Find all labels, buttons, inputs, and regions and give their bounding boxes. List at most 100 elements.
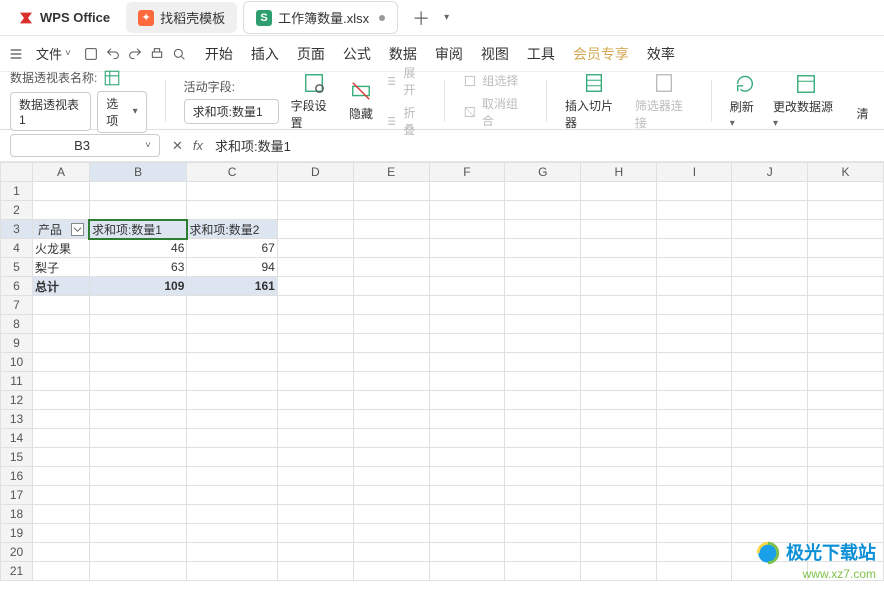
row-head[interactable]: 13 xyxy=(1,410,33,429)
cancel-icon[interactable]: ✕ xyxy=(172,138,183,154)
title-bar: WPS Office ✦ 找稻壳模板 S 工作簿数量.xlsx ＋ ▾ xyxy=(0,0,884,36)
row-head[interactable]: 15 xyxy=(1,448,33,467)
hamburger-icon[interactable] xyxy=(6,44,26,64)
name-box[interactable]: B3 ˅ xyxy=(10,134,160,157)
tab-insert[interactable]: 插入 xyxy=(251,44,279,64)
col-head-a[interactable]: A xyxy=(33,163,90,182)
tab-view[interactable]: 视图 xyxy=(481,44,509,64)
ungroup-icon xyxy=(463,105,476,119)
row-head[interactable]: 21 xyxy=(1,562,33,581)
pivot-cell[interactable]: 46 xyxy=(89,239,186,258)
change-source-button[interactable]: 更改数据源 ▾ xyxy=(773,72,839,129)
pivot-header-product[interactable]: 产品 xyxy=(33,220,90,239)
row-head[interactable]: 16 xyxy=(1,467,33,486)
tab-page[interactable]: 页面 xyxy=(297,44,325,64)
clear-button[interactable]: 清 xyxy=(851,79,874,122)
unsaved-dot-icon xyxy=(379,15,385,21)
active-field-input[interactable]: 求和项:数量1 xyxy=(184,99,279,124)
undo-icon[interactable] xyxy=(103,44,123,64)
tab-overflow-icon[interactable]: ▾ xyxy=(444,12,449,23)
tab-templates[interactable]: ✦ 找稻壳模板 xyxy=(126,2,237,33)
active-field-label: 活动字段: xyxy=(184,78,235,95)
redo-icon[interactable] xyxy=(125,44,145,64)
pivot-name-label: 数据透视表名称: xyxy=(10,69,97,86)
col-head-g[interactable]: G xyxy=(505,163,581,182)
formula-content[interactable]: 求和项:数量1 xyxy=(215,136,291,155)
expand-button: 展开 xyxy=(385,64,426,98)
pivot-total-cell[interactable]: 109 xyxy=(89,277,186,296)
row-head[interactable]: 10 xyxy=(1,353,33,372)
group-ungroup-group: 组选择 取消组合 xyxy=(463,72,528,129)
tab-home[interactable]: 开始 xyxy=(205,44,233,64)
collapse-icon xyxy=(385,114,398,128)
tab-efficiency[interactable]: 效率 xyxy=(647,44,675,64)
col-head-h[interactable]: H xyxy=(581,163,657,182)
row-head[interactable]: 19 xyxy=(1,524,33,543)
clear-icon xyxy=(850,79,874,103)
pivot-icon[interactable] xyxy=(103,69,121,87)
col-head-k[interactable]: K xyxy=(808,163,884,182)
row-head[interactable]: 7 xyxy=(1,296,33,315)
pivot-name-input[interactable]: 数据透视表1 xyxy=(10,92,91,131)
pivot-header-sum1[interactable]: 求和项:数量1 xyxy=(89,220,186,239)
row-head[interactable]: 12 xyxy=(1,391,33,410)
slicer-icon xyxy=(582,71,606,95)
col-head-j[interactable]: J xyxy=(732,163,808,182)
row-head[interactable]: 8 xyxy=(1,315,33,334)
refresh-icon xyxy=(733,72,757,96)
pivot-total-label[interactable]: 总计 xyxy=(33,277,90,296)
add-tab-button[interactable]: ＋ xyxy=(404,1,438,35)
tab-review[interactable]: 审阅 xyxy=(435,44,463,64)
chevron-down-icon: ˅ xyxy=(65,48,71,59)
col-head-i[interactable]: I xyxy=(657,163,732,182)
field-settings-button[interactable]: 字段设置 xyxy=(291,71,337,131)
spreadsheet-grid[interactable]: A B C D E F G H I J K 1 2 3 产品 求和项:数量1 求… xyxy=(0,162,884,589)
row-head[interactable]: 18 xyxy=(1,505,33,524)
pivot-total-cell[interactable]: 161 xyxy=(187,277,277,296)
formula-controls: ✕ fx xyxy=(172,138,203,154)
col-head-c[interactable]: C xyxy=(187,163,277,182)
preview-icon[interactable] xyxy=(169,44,189,64)
group-icon xyxy=(463,74,477,88)
row-head[interactable]: 1 xyxy=(1,182,33,201)
col-head-b[interactable]: B xyxy=(89,163,186,182)
row-head[interactable]: 11 xyxy=(1,372,33,391)
pivot-cell[interactable]: 63 xyxy=(89,258,186,277)
col-head-d[interactable]: D xyxy=(277,163,353,182)
row-head[interactable]: 2 xyxy=(1,201,33,220)
pivot-row-label[interactable]: 火龙果 xyxy=(33,239,90,258)
pivot-cell[interactable]: 67 xyxy=(187,239,277,258)
options-button[interactable]: 选项▾ xyxy=(97,91,146,133)
col-head-e[interactable]: E xyxy=(353,163,429,182)
row-head[interactable]: 14 xyxy=(1,429,33,448)
print-icon[interactable] xyxy=(147,44,167,64)
row-head[interactable]: 6 xyxy=(1,277,33,296)
select-all-corner[interactable] xyxy=(1,163,33,182)
field-settings-icon xyxy=(302,71,326,95)
tab-data[interactable]: 数据 xyxy=(389,44,417,64)
tab-workbook[interactable]: S 工作簿数量.xlsx xyxy=(243,1,398,34)
pivot-row-label[interactable]: 梨子 xyxy=(33,258,90,277)
hide-button[interactable]: 隐藏 xyxy=(349,79,373,122)
tab-member[interactable]: 会员专享 xyxy=(573,44,629,64)
col-head-f[interactable]: F xyxy=(429,163,505,182)
row-head[interactable]: 5 xyxy=(1,258,33,277)
pivot-cell[interactable]: 94 xyxy=(187,258,277,277)
file-menu[interactable]: 文件 ˅ xyxy=(28,38,79,69)
pivot-header-sum2[interactable]: 求和项:数量2 xyxy=(187,220,277,239)
row-head[interactable]: 4 xyxy=(1,239,33,258)
row-head[interactable]: 9 xyxy=(1,334,33,353)
refresh-button[interactable]: 刷新 ▾ xyxy=(730,72,761,129)
row-head[interactable]: 20 xyxy=(1,543,33,562)
tab-tools[interactable]: 工具 xyxy=(527,44,555,64)
row-head[interactable]: 17 xyxy=(1,486,33,505)
row-head-selected[interactable]: 3 xyxy=(1,220,33,239)
flame-icon: ✦ xyxy=(138,10,154,26)
tab-formula[interactable]: 公式 xyxy=(343,44,371,64)
watermark-url: www.xz7.com xyxy=(754,567,876,583)
filter-dropdown-icon[interactable] xyxy=(71,223,84,236)
insert-slicer-button[interactable]: 插入切片器 xyxy=(565,71,623,131)
fx-icon[interactable]: fx xyxy=(193,138,203,153)
ribbon-pivot-name-group: 数据透视表名称: 数据透视表1 选项▾ xyxy=(10,69,147,133)
save-icon[interactable] xyxy=(81,44,101,64)
